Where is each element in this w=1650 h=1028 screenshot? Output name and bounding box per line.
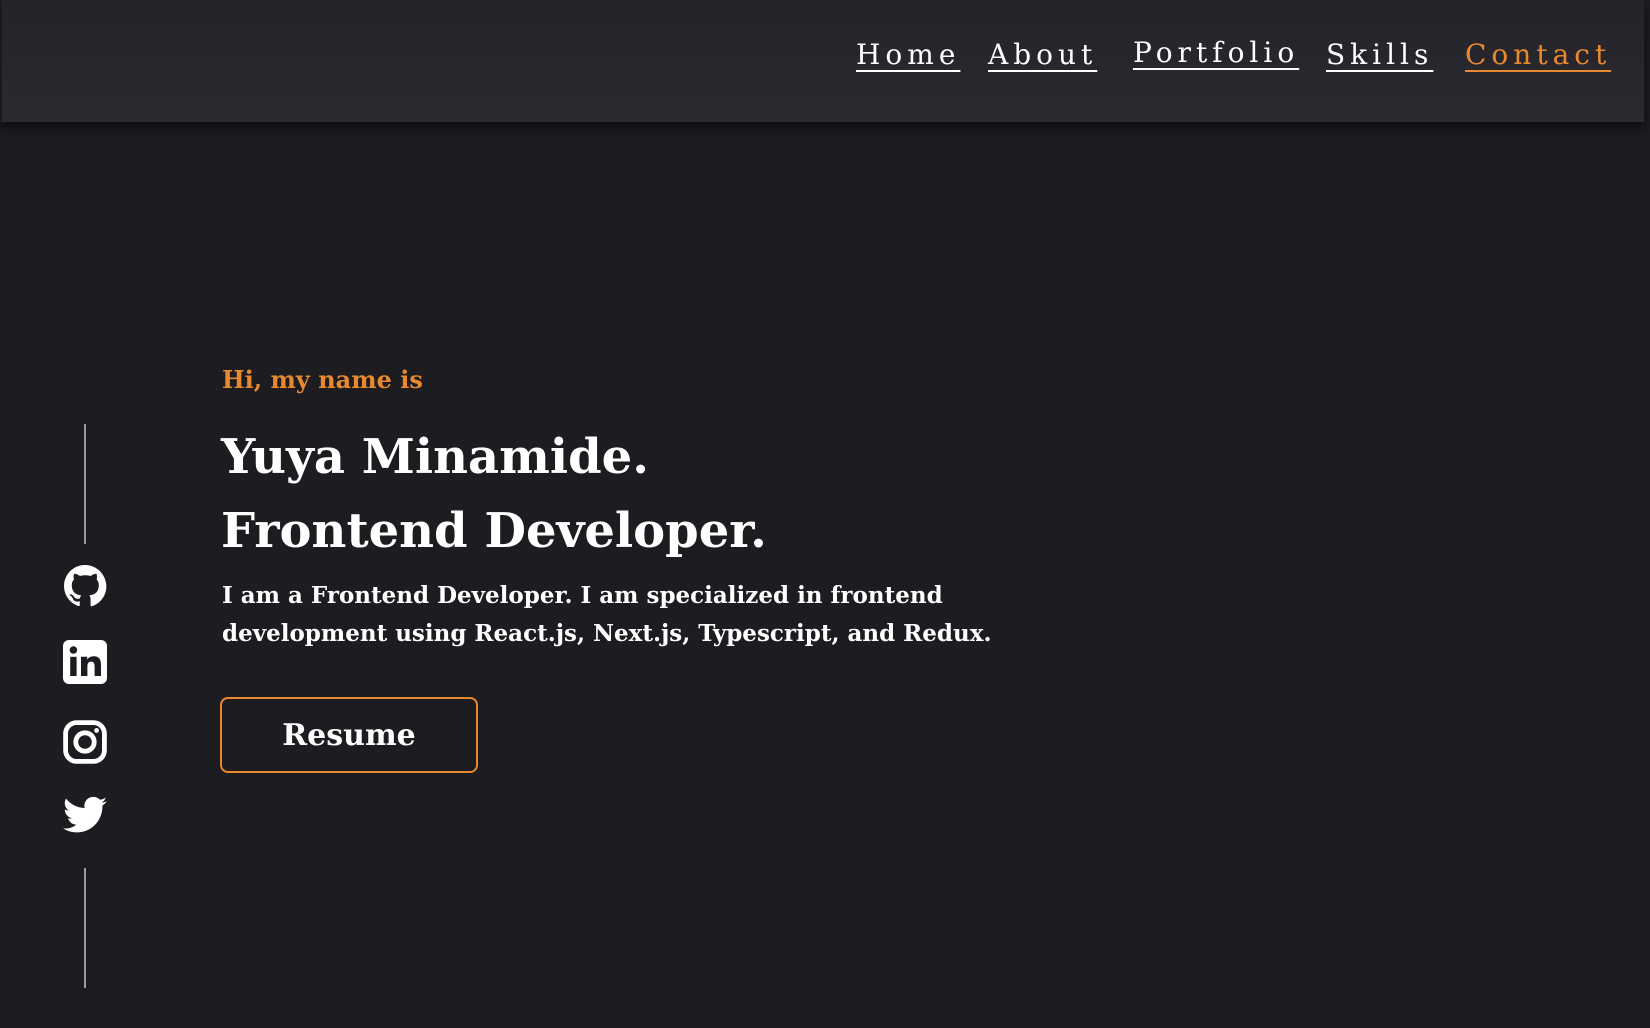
hero-name: Yuya Minamide. (221, 429, 649, 485)
page: Home About Portfolio Skills Contact Hi, … (0, 0, 1650, 1028)
nav-menu: Home About Portfolio Skills Contact (2, 36, 1644, 78)
resume-button[interactable]: Resume (220, 697, 478, 773)
social-rail-bottom-line (84, 868, 86, 988)
nav-link-home[interactable]: Home (856, 38, 960, 71)
github-icon[interactable] (61, 562, 109, 610)
navbar: Home About Portfolio Skills Contact (0, 0, 1644, 122)
linkedin-icon[interactable] (61, 638, 109, 686)
greeting-text: Hi, my name is (222, 365, 423, 394)
social-rail-top-line (84, 424, 86, 544)
hero-role: Frontend Developer. (221, 503, 767, 559)
hero-description: I am a Frontend Developer. I am speciali… (222, 582, 992, 647)
nav-link-portfolio[interactable]: Portfolio (1133, 36, 1299, 69)
nav-link-skills[interactable]: Skills (1326, 38, 1433, 71)
twitter-icon[interactable] (61, 792, 109, 840)
nav-link-about[interactable]: About (988, 38, 1097, 71)
nav-link-contact[interactable]: Contact (1465, 38, 1611, 71)
instagram-icon[interactable] (61, 718, 109, 766)
